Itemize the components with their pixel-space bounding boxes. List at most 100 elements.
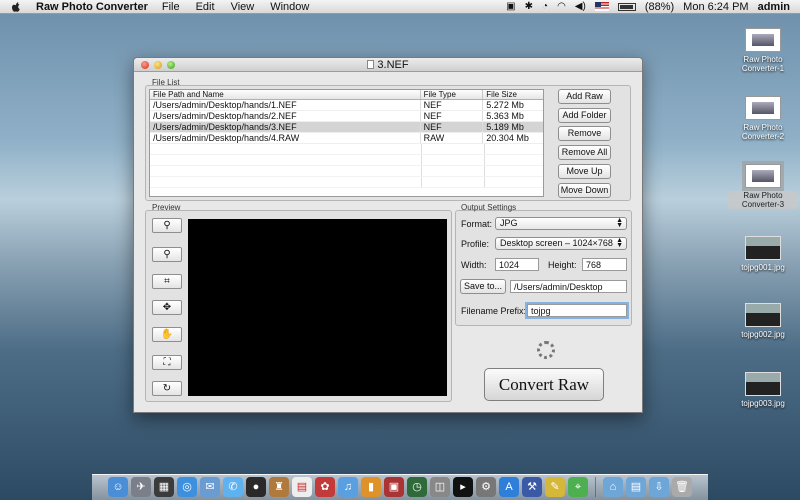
menu-view[interactable]: View <box>231 1 255 13</box>
profile-select[interactable]: Desktop screen – 1024×768 ▲ ▼ <box>495 237 627 250</box>
documents-folder-icon[interactable]: ▤ <box>626 477 646 497</box>
photo-booth-icon[interactable]: ✿ <box>315 477 335 497</box>
add-folder-button[interactable]: Add Folder <box>558 108 611 123</box>
terminal-icon[interactable]: ▸ <box>453 477 473 497</box>
cell-path: /Users/admin/Desktop/hands/4.RAW <box>150 133 421 143</box>
finder-icon[interactable]: ☺ <box>108 477 128 497</box>
height-input[interactable] <box>582 258 627 271</box>
remove-all-button[interactable]: Remove All <box>558 145 611 160</box>
facetime-icon[interactable]: ● <box>246 477 266 497</box>
bluetooth-icon[interactable]: ✱ <box>525 1 533 13</box>
notes-icon[interactable]: ✎ <box>545 477 565 497</box>
screenshot-thumb-icon <box>745 96 781 120</box>
mail-icon[interactable]: ✉ <box>200 477 220 497</box>
menu-edit[interactable]: Edit <box>196 1 215 13</box>
file-table[interactable]: File Path and Name File Type File Size /… <box>149 89 544 197</box>
zoom-out-tool[interactable]: ⚲ <box>152 247 182 262</box>
wifi-icon[interactable]: ◠ <box>557 1 566 13</box>
zoom-icon[interactable] <box>167 60 175 69</box>
minimize-icon[interactable] <box>154 60 162 69</box>
cell-size: 5.363 Mb <box>486 111 524 121</box>
system-preferences-icon[interactable]: ⚙ <box>476 477 496 497</box>
itunes-icon[interactable]: ♫ <box>338 477 358 497</box>
maps-icon[interactable]: ⌖ <box>568 477 588 497</box>
apple-icon[interactable] <box>10 1 22 13</box>
desktop-icon[interactable]: tojpg002.jpg <box>728 303 798 339</box>
app-store-icon[interactable]: A <box>499 477 519 497</box>
monitor-icon[interactable]: ▣ <box>506 1 515 13</box>
time-machine-icon[interactable]: ◔ <box>542 1 548 13</box>
move-icon: ✥ <box>162 302 172 313</box>
desktop-icon-selected[interactable]: Raw Photo Converter-3 <box>728 161 798 209</box>
save-path-input[interactable] <box>510 280 627 293</box>
photo-app-icon[interactable]: ▣ <box>384 477 404 497</box>
file-list-label: File List <box>152 78 180 87</box>
move-down-button[interactable]: Move Down <box>558 183 611 198</box>
menu-window[interactable]: Window <box>270 1 309 13</box>
fit-tool[interactable]: ⛶ <box>152 355 182 370</box>
convert-raw-button[interactable]: Convert Raw <box>484 368 604 401</box>
table-row[interactable]: /Users/admin/Desktop/hands/4.RAW RAW 20.… <box>150 133 543 144</box>
desktop-icon[interactable]: Raw Photo Converter-2 <box>728 96 798 141</box>
crop-icon: ⌗ <box>164 276 170 287</box>
table-row[interactable]: /Users/admin/Desktop/hands/2.NEF NEF 5.3… <box>150 111 543 122</box>
column-header-type[interactable]: File Type <box>421 90 484 99</box>
prefix-input[interactable] <box>527 304 627 317</box>
calendar-icon[interactable]: ▤ <box>292 477 312 497</box>
menu-file[interactable]: File <box>162 1 180 13</box>
table-header: File Path and Name File Type File Size <box>150 90 543 100</box>
applications-folder-icon[interactable]: ⌂ <box>603 477 623 497</box>
battery-icon[interactable] <box>617 2 636 11</box>
status-area: ▣ ✱ ◔ ◠ ◀) (88%) Mon 6:24 PM admin <box>506 1 800 13</box>
clock[interactable]: Mon 6:24 PM <box>683 1 748 13</box>
ibooks-icon[interactable]: ▮ <box>361 477 381 497</box>
table-row[interactable]: /Users/admin/Desktop/hands/1.NEF NEF 5.2… <box>150 100 543 111</box>
desktop-icon[interactable]: Raw Photo Converter-1 <box>728 28 798 73</box>
photo-thumb-icon <box>745 236 781 260</box>
titlebar[interactable]: 3.NEF <box>134 58 642 72</box>
desktop-icon[interactable]: tojpg003.jpg <box>728 372 798 408</box>
app-menu[interactable]: Raw Photo Converter <box>36 1 148 13</box>
user-menu[interactable]: admin <box>758 1 790 13</box>
contacts-icon[interactable]: ♜ <box>269 477 289 497</box>
format-value: JPG <box>500 218 518 228</box>
width-input[interactable] <box>495 258 539 271</box>
preview-canvas[interactable] <box>188 219 447 396</box>
volume-icon[interactable]: ◀) <box>575 1 586 13</box>
safari-icon[interactable]: ◎ <box>177 477 197 497</box>
table-row-selected[interactable]: /Users/admin/Desktop/hands/3.NEF NEF 5.1… <box>150 122 543 133</box>
time-machine-dock-icon[interactable]: ◷ <box>407 477 427 497</box>
move-tool[interactable]: ✥ <box>152 300 182 315</box>
launchpad-icon[interactable]: ✈ <box>131 477 151 497</box>
xcode-icon[interactable]: ⚒ <box>522 477 542 497</box>
format-select[interactable]: JPG ▲ ▼ <box>495 217 627 230</box>
input-flag-icon[interactable] <box>594 2 609 11</box>
save-to-button[interactable]: Save to... <box>460 279 506 294</box>
preview-label: Preview <box>152 203 181 212</box>
dock-separator <box>595 477 596 497</box>
cell-size: 20.304 Mb <box>486 133 529 143</box>
close-icon[interactable] <box>141 60 149 69</box>
messages-icon[interactable]: ✆ <box>223 477 243 497</box>
cell-size: 5.272 Mb <box>486 100 524 110</box>
trash-icon[interactable]: 🗑 <box>672 477 692 497</box>
zoom-in-tool[interactable]: ⚲ <box>152 218 182 233</box>
hand-tool[interactable]: ✋ <box>152 327 182 342</box>
width-label: Width: <box>461 260 487 270</box>
rotate-tool[interactable]: ↻ <box>152 381 182 396</box>
column-header-size[interactable]: File Size <box>483 90 543 99</box>
screenshot-thumb-icon <box>742 161 784 191</box>
crop-tool[interactable]: ⌗ <box>152 274 182 289</box>
document-icon <box>367 60 375 69</box>
remove-button[interactable]: Remove <box>558 126 611 141</box>
dock: ☺ ✈ ▦ ◎ ✉ ✆ ● ♜ ▤ ✿ ♫ ▮ ▣ ◷ ◫ ▸ ⚙ A ⚒ ✎ … <box>92 474 708 500</box>
downloads-folder-icon[interactable]: ⇩ <box>649 477 669 497</box>
height-label: Height: <box>548 260 577 270</box>
move-up-button[interactable]: Move Up <box>558 164 611 179</box>
format-label: Format: <box>461 219 493 229</box>
mission-control-icon[interactable]: ▦ <box>154 477 174 497</box>
desktop-icon[interactable]: tojpg001.jpg <box>728 236 798 272</box>
preview-icon[interactable]: ◫ <box>430 477 450 497</box>
add-raw-button[interactable]: Add Raw <box>558 89 611 104</box>
column-header-path[interactable]: File Path and Name <box>150 90 421 99</box>
